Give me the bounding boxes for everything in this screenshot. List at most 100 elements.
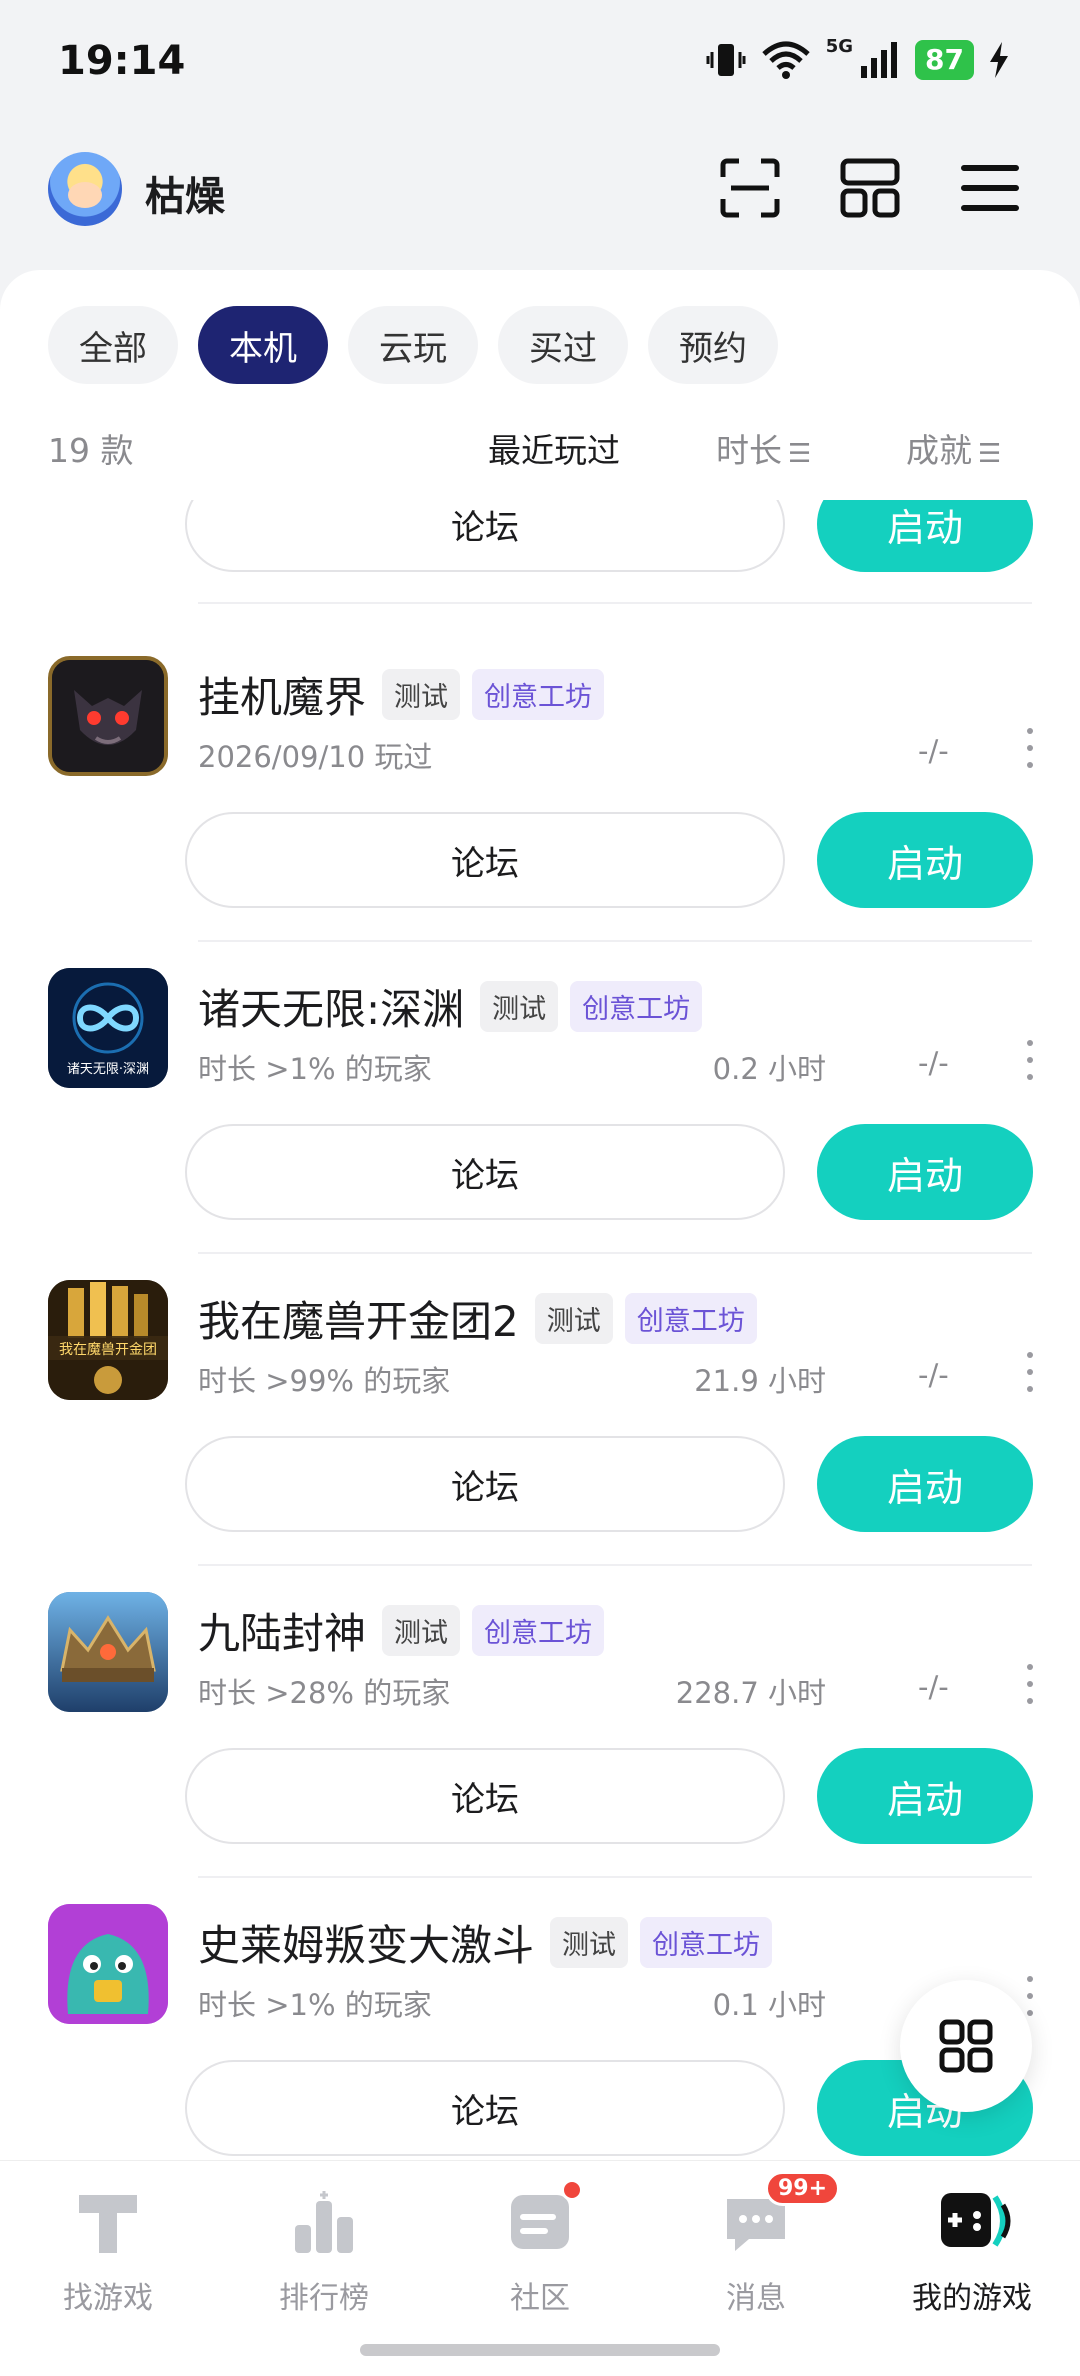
filter-cloud[interactable]: 云玩: [348, 306, 478, 384]
game-actions: 论坛 启动: [185, 1748, 1033, 1844]
game-achievements: -/-: [918, 1358, 949, 1392]
scan-button[interactable]: [712, 150, 788, 226]
start-button[interactable]: 启动: [817, 1436, 1033, 1532]
sort-recent[interactable]: 最近玩过: [488, 424, 620, 472]
game-title-row: 挂机魔界 测试 创意工坊: [198, 664, 605, 725]
tag-test: 测试: [534, 1293, 613, 1344]
nav-ranking[interactable]: 排行榜: [216, 2187, 432, 2337]
game-item[interactable]: 我在魔兽开金团 我在魔兽开金团2 测试 创意工坊 时长 >99% 的玩家 21.…: [0, 1280, 1080, 1592]
more-options-icon[interactable]: [1020, 1976, 1040, 2016]
game-subtitle: 时长 >1% 的玩家: [198, 1988, 432, 2022]
game-list: 论坛 启动 挂机魔界 测试 创意工坊 2026/09/10 玩过 -/- 论坛 …: [0, 500, 1080, 2160]
filter-local[interactable]: 本机: [198, 306, 328, 384]
nav-label: 消息: [726, 2281, 786, 2316]
sort-duration-label: 时长: [716, 431, 782, 470]
forum-button[interactable]: 论坛: [185, 1748, 785, 1844]
more-options-icon[interactable]: [1020, 728, 1040, 768]
game-subtitle: 时长 >99% 的玩家: [198, 1364, 451, 1398]
game-actions: 论坛 启动: [185, 1124, 1033, 1220]
game-item[interactable]: 挂机魔界 测试 创意工坊 2026/09/10 玩过 -/- 论坛 启动: [0, 656, 1080, 968]
game-title-row: 我在魔兽开金团2 测试 创意工坊: [198, 1288, 757, 1349]
start-button[interactable]: 启动: [817, 500, 1033, 572]
nav-my-games[interactable]: 我的游戏: [864, 2187, 1080, 2337]
nav-messages[interactable]: 99+ 消息: [648, 2171, 864, 2337]
sort-duration[interactable]: 时长 ☰: [716, 424, 811, 472]
game-icon-jiulu: [48, 1592, 168, 1712]
start-button[interactable]: 启动: [817, 812, 1033, 908]
game-item[interactable]: 诸天无限·深渊 诸天无限:深渊 测试 创意工坊 时长 >1% 的玩家 0.2 小…: [0, 968, 1080, 1280]
game-achievements: -/-: [918, 1046, 949, 1080]
sort-icon: ☰: [978, 439, 1002, 469]
signal-icon: [861, 42, 898, 78]
avatar[interactable]: [48, 152, 122, 226]
game-hours: 0.2 小时: [712, 1052, 826, 1086]
sort-icon: ☰: [788, 439, 812, 469]
tag-creative-workshop: 创意工坊: [472, 1605, 605, 1656]
game-item[interactable]: 九陆封神 测试 创意工坊 时长 >28% 的玩家 228.7 小时 -/- 论坛…: [0, 1592, 1080, 1904]
game-title-row: 诸天无限:深渊 测试 创意工坊: [198, 976, 703, 1037]
divider: [198, 1252, 1032, 1254]
grid-view-button[interactable]: [832, 150, 908, 226]
status-icons: 5G 87: [706, 36, 1010, 80]
game-name: 史莱姆叛变大激斗: [198, 1921, 535, 1970]
more-options-icon[interactable]: [1020, 1664, 1040, 1704]
community-icon: [505, 2179, 583, 2257]
forum-button[interactable]: 论坛: [185, 812, 785, 908]
home-indicator[interactable]: [360, 2344, 720, 2356]
message-badge: 99+: [765, 2171, 841, 2206]
game-actions: 论坛 启动: [185, 1436, 1033, 1532]
floating-grid-button[interactable]: [900, 1980, 1032, 2112]
forum-button[interactable]: 论坛: [185, 1436, 785, 1532]
forum-button[interactable]: 论坛: [185, 500, 785, 572]
tag-test: 测试: [382, 669, 461, 720]
forum-button[interactable]: 论坛: [185, 1124, 785, 1220]
game-title-row: 史莱姆叛变大激斗 测试 创意工坊: [198, 1912, 773, 1973]
game-achievements: -/-: [918, 734, 949, 768]
game-count: 19 款: [48, 431, 134, 470]
tag-creative-workshop: 创意工坊: [570, 981, 703, 1032]
sort-achievement-label: 成就: [906, 431, 972, 470]
icon-text: 我在魔兽开金团: [59, 1342, 157, 1358]
game-name: 诸天无限:深渊: [198, 985, 465, 1034]
tag-test: 测试: [550, 1917, 629, 1968]
icon-text: 诸天无限·深渊: [67, 1062, 149, 1077]
my-games-panel: 全部 本机 云玩 买过 预约 19 款 最近玩过 时长 ☰ 成就 ☰ 论坛 启动 挂…: [0, 270, 1080, 2160]
start-button[interactable]: 启动: [817, 1124, 1033, 1220]
nav-community[interactable]: 社区: [432, 2179, 648, 2337]
tag-test: 测试: [480, 981, 559, 1032]
game-actions: 论坛 启动: [185, 812, 1033, 908]
game-subtitle: 时长 >28% 的玩家: [198, 1676, 451, 1710]
filter-reserved[interactable]: 预约: [648, 306, 778, 384]
game-name: 九陆封神: [198, 1609, 367, 1658]
sort-achievement[interactable]: 成就 ☰: [906, 424, 1001, 472]
sort-bar: 19 款 最近玩过 时长 ☰ 成就 ☰: [48, 420, 1032, 470]
grid-icon: [840, 158, 900, 218]
game-hours: 0.1 小时: [712, 1988, 826, 2022]
username[interactable]: 枯燥: [145, 164, 225, 222]
nav-find-game[interactable]: 找游戏: [0, 2187, 216, 2337]
more-options-icon[interactable]: [1020, 1040, 1040, 1080]
menu-icon: [961, 165, 1019, 211]
game-subtitle: 时长 >1% 的玩家: [198, 1052, 432, 1086]
notification-dot: [561, 2179, 583, 2201]
filter-all[interactable]: 全部: [48, 306, 178, 384]
game-subtitle: 2026/09/10 玩过: [198, 740, 433, 774]
vibrate-icon: [706, 44, 746, 76]
start-button[interactable]: 启动: [817, 1748, 1033, 1844]
game-name: 挂机魔界: [198, 673, 367, 722]
game-achievements: -/-: [918, 1670, 949, 1704]
game-title-row: 九陆封神 测试 创意工坊: [198, 1600, 605, 1661]
previous-game-actions: 论坛 启动: [185, 500, 1033, 572]
menu-button[interactable]: [952, 150, 1028, 226]
game-hours: 228.7 小时: [675, 1676, 826, 1710]
nav-label: 找游戏: [63, 2281, 153, 2316]
divider: [198, 940, 1032, 942]
more-options-icon[interactable]: [1020, 1352, 1040, 1392]
game-icon-zhutian: 诸天无限·深渊: [48, 968, 168, 1088]
tag-creative-workshop: 创意工坊: [472, 669, 605, 720]
tag-test: 测试: [382, 1605, 461, 1656]
filter-purchased[interactable]: 买过: [498, 306, 628, 384]
header: 枯燥: [0, 150, 1080, 260]
forum-button[interactable]: 论坛: [185, 2060, 785, 2156]
nav-label: 排行榜: [279, 2281, 369, 2316]
